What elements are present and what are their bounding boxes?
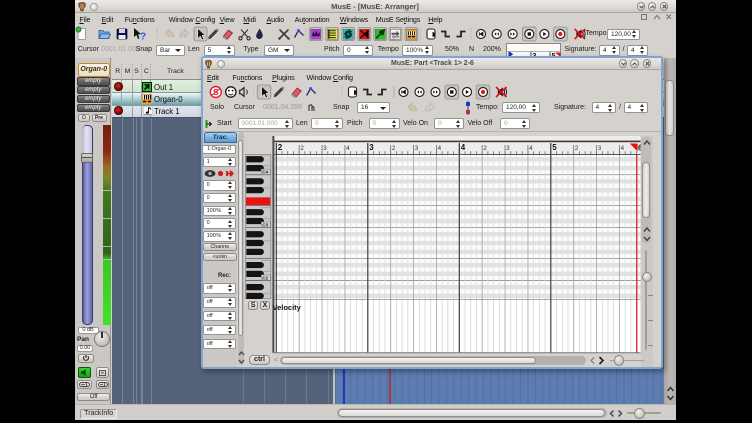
svg-text:4: 4 [461,143,466,152]
svg-text:4: 4 [621,145,625,152]
svg-text:3: 3 [415,145,419,152]
svg-text:3: 3 [506,145,510,152]
svg-text:3: 3 [598,145,602,152]
svg-text:C4: C4 [262,170,268,175]
svg-text:2: 2 [483,145,487,152]
svg-text:2: 2 [575,145,579,152]
svg-text:4: 4 [438,145,442,152]
svg-text:3: 3 [323,145,327,152]
svg-text:?: ? [140,32,146,43]
svg-text:C2: C2 [262,276,268,281]
svg-text:2: 2 [278,143,283,152]
svg-text:4: 4 [346,145,350,152]
svg-text:4: 4 [529,145,533,152]
svg-text:2: 2 [392,145,396,152]
svg-text:2: 2 [300,145,304,152]
svg-text:C3: C3 [262,223,268,228]
svg-text:5: 5 [552,143,557,152]
svg-text:3: 3 [369,143,374,152]
